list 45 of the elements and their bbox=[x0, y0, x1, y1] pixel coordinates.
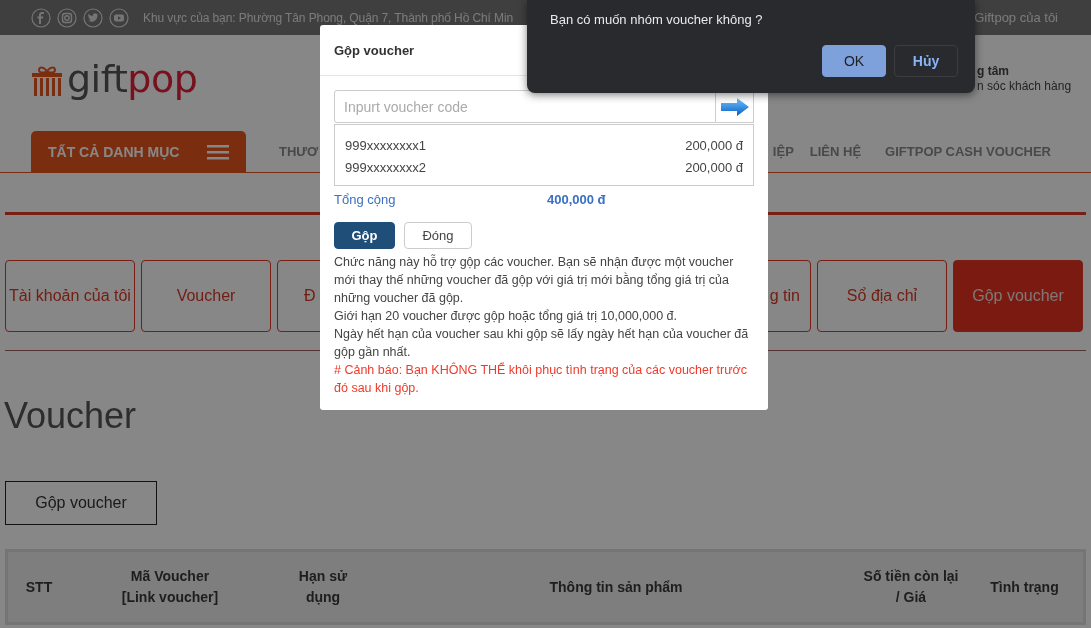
region-text: Khu vực của bạn: Phường Tân Phong, Quận 7, Thành phố Hồ Chí Min bbox=[143, 10, 514, 25]
account-tab[interactable]: Tài khoản của tôi bbox=[5, 260, 135, 332]
warning-text: # Cảnh báo: Bạn KHÔNG THỂ khôi phục tình trạng của các voucher trước đó sau khi gộp. bbox=[334, 361, 749, 397]
voucher-amount: 200,000 đ bbox=[685, 137, 743, 155]
voucher-code: 999xxxxxxxx1 bbox=[345, 137, 426, 155]
voucher-code: 999xxxxxxxx2 bbox=[345, 159, 426, 177]
info-text: Chức năng này hỗ trợ gộp các voucher. Bạn sẽ nhận được một voucher mới thay thế những voucher đã gộp với giá trị mới bằng tổng giá trị của những voucher đã gộp. bbox=[334, 253, 735, 307]
account-tab[interactable]: Voucher bbox=[141, 260, 271, 332]
menu-icon bbox=[207, 143, 229, 160]
column-header: Số tiền còn lại / Giá bbox=[862, 567, 960, 607]
support-title[interactable]: g tâm bbox=[977, 64, 1087, 79]
merge-voucher-button[interactable]: Gộp voucher bbox=[5, 481, 157, 525]
ok-button[interactable]: OK bbox=[822, 45, 886, 77]
dialog-title: Gộp voucher bbox=[334, 42, 415, 58]
info-text: Giới hạn 20 voucher được gộp hoặc tổng giá trị 10,000,000 đ. bbox=[334, 308, 679, 325]
column-header: Thông tin sản phẩm bbox=[548, 577, 684, 597]
support-subtitle[interactable]: n sóc khách hàng bbox=[977, 79, 1087, 94]
column-header: Hạn sử dụng bbox=[297, 567, 349, 607]
voucher-amount: 200,000 đ bbox=[685, 159, 743, 177]
total-value: 400,000 đ bbox=[547, 191, 606, 209]
total-label: Tổng cộng bbox=[334, 191, 397, 209]
account-tab[interactable]: Gộp voucher bbox=[953, 260, 1083, 332]
page-title: Voucher bbox=[4, 395, 138, 437]
confirm-message: Bạn có muốn nhóm voucher không ? bbox=[550, 12, 764, 28]
facebook-icon[interactable] bbox=[31, 7, 51, 28]
close-button[interactable]: Đóng bbox=[404, 222, 472, 249]
account-link[interactable]: Giftpop của tôi bbox=[974, 10, 1058, 25]
cancel-button[interactable]: Hủy bbox=[894, 45, 958, 77]
column-header: Tình trạng bbox=[989, 577, 1060, 597]
gift-icon bbox=[31, 64, 63, 96]
youtube-icon[interactable] bbox=[109, 7, 129, 28]
arrow-icon bbox=[719, 96, 750, 117]
nav-link[interactable]: LIÊN HỆ bbox=[809, 144, 862, 159]
twitter-icon[interactable] bbox=[83, 7, 103, 28]
merge-button[interactable]: Gộp bbox=[334, 222, 395, 249]
column-header: Mã Voucher [Link voucher] bbox=[120, 567, 220, 607]
instagram-icon[interactable] bbox=[57, 7, 77, 28]
category-button[interactable]: TẤT CẢ DANH MỤC bbox=[31, 131, 246, 172]
column-header: STT bbox=[24, 577, 54, 597]
nav-link[interactable]: THƯƠ bbox=[279, 144, 319, 159]
nav-link[interactable]: GIFTPOP CASH VOUCHER bbox=[885, 144, 1051, 159]
nav-link[interactable]: IỆP bbox=[772, 144, 794, 159]
voucher-code-field[interactable]: Inpurt voucher code bbox=[334, 90, 716, 123]
account-tab[interactable]: Sổ địa chỉ bbox=[817, 260, 947, 332]
info-text: Ngày hết hạn của voucher sau khi gộp sẽ lấy ngày hết hạn của voucher đã gộp gần nhất. bbox=[334, 326, 750, 361]
